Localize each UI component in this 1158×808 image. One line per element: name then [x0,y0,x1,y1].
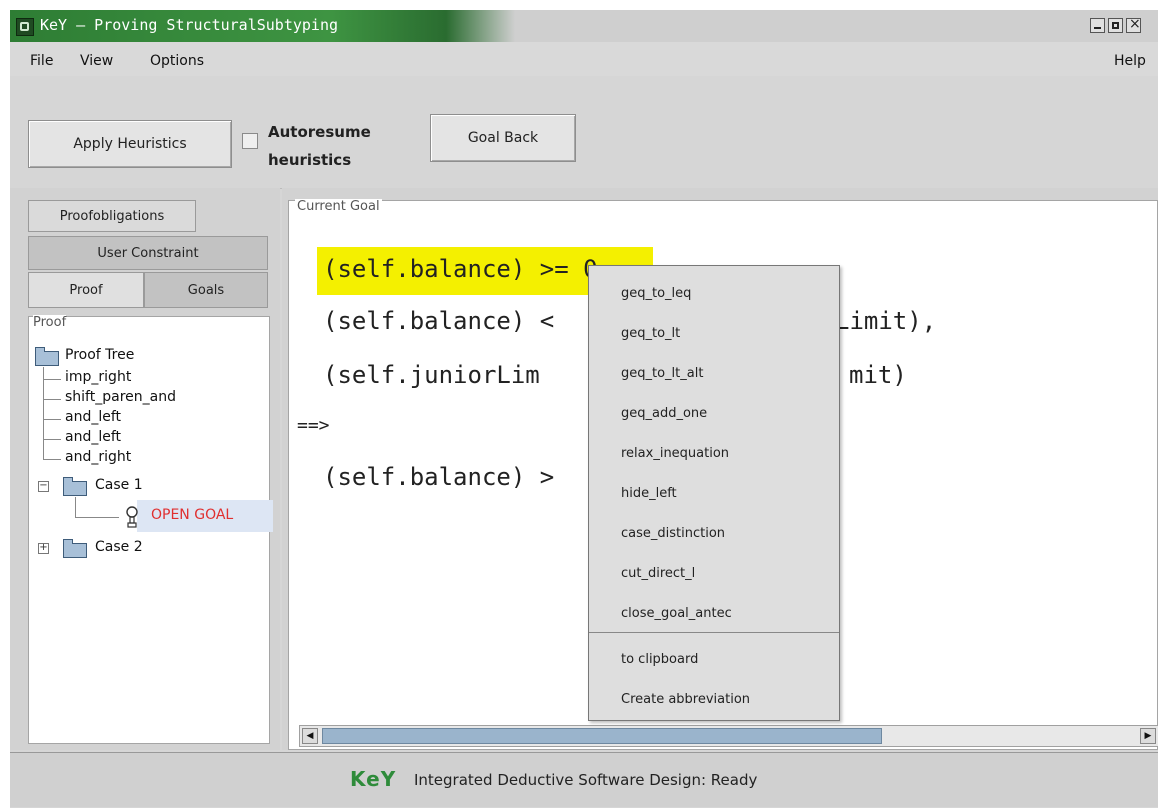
expand-icon[interactable]: + [38,543,49,554]
menu-bar: File View Options Help [10,42,1158,76]
tree-connector [43,459,61,460]
tree-connector [75,497,76,517]
menu-item-cut-direct-l[interactable]: cut_direct_l [621,566,695,581]
tree-case-2[interactable]: Case 2 [95,539,143,555]
menu-separator [589,632,839,633]
goal-back-button[interactable]: Goal Back [430,114,576,162]
menu-item-close-goal-antec[interactable]: close_goal_antec [621,606,732,621]
sequent-line-1[interactable]: (self.balance) >= 0 [323,255,598,283]
toolbar: Apply Heuristics Autoresume heuristics G… [10,76,1158,189]
tree-case-1[interactable]: Case 1 [95,477,143,493]
folder-icon [35,347,59,366]
tree-root[interactable]: Proof Tree [65,347,134,363]
tab-goals[interactable]: Goals [144,272,268,308]
menu-file[interactable]: File [30,53,53,69]
sequent-line-3-tail[interactable]: mit) [849,361,907,389]
proof-panel-label: Proof [33,315,67,330]
menu-item-geq-to-lt[interactable]: geq_to_lt [621,326,680,341]
menu-item-create-abbreviation[interactable]: Create abbreviation [621,692,750,707]
sequent-line-4[interactable]: (self.balance) > [323,463,554,491]
tree-connector [43,399,61,400]
menu-help[interactable]: Help [1114,53,1146,69]
tab-proof[interactable]: Proof [28,272,144,308]
open-goal-label: OPEN GOAL [151,507,234,523]
tree-step-shift-paren-and[interactable]: shift_paren_and [65,389,176,405]
autoresume-label-line2: heuristics [268,151,352,169]
scroll-right-icon[interactable]: ▶ [1140,728,1156,744]
window-title: KeY — Proving StructuralSubtyping [40,16,339,34]
collapse-icon[interactable]: − [38,481,49,492]
tree-step-imp-right[interactable]: imp_right [65,369,131,385]
menu-item-geq-add-one[interactable]: geq_add_one [621,406,707,421]
folder-icon [63,539,87,558]
key-logo: KeY [350,767,397,791]
left-panel: Proofobligations User Constraint Proof G… [10,188,280,750]
tree-step-and-left-2[interactable]: and_left [65,429,121,445]
tree-connector [43,379,61,380]
close-button[interactable] [1126,16,1141,33]
proof-tree-panel: Proof Proof Tree imp_right shift_paren_a… [28,315,273,744]
sequent-line-2[interactable]: (self.balance) < [323,307,554,335]
tree-connector [43,419,61,420]
current-goal-label: Current Goal [295,199,382,214]
scroll-left-icon[interactable]: ◀ [302,728,318,744]
menu-options[interactable]: Options [150,53,204,69]
sequent-line-3[interactable]: (self.juniorLim [323,361,540,389]
sequent-line-2-tail[interactable]: Limit), [835,307,936,335]
menu-view[interactable]: View [80,53,113,69]
open-goal-node[interactable]: OPEN GOAL [137,500,273,532]
maximize-button[interactable] [1108,18,1123,33]
horizontal-scrollbar[interactable]: ◀ ▶ [299,725,1158,747]
menu-item-geq-to-lt-alt[interactable]: geq_to_lt_alt [621,366,703,381]
autoresume-checkbox[interactable] [242,133,258,149]
title-bar[interactable]: KeY — Proving StructuralSubtyping [10,10,1158,42]
status-text: Integrated Deductive Software Design: Re… [414,771,758,789]
tree-step-and-right[interactable]: and_right [65,449,131,465]
status-bar: KeY Integrated Deductive Software Design… [10,752,1158,807]
context-menu: geq_to_leq geq_to_lt geq_to_lt_alt geq_a… [588,265,840,721]
menu-item-case-distinction[interactable]: case_distinction [621,526,725,541]
autoresume-label: Autoresume heuristics [268,118,418,174]
tab-user-constraint[interactable]: User Constraint [28,236,268,270]
folder-icon [63,477,87,496]
tree-connector [75,517,119,518]
tab-proofobligations[interactable]: Proofobligations [28,200,196,232]
open-goal-icon [126,506,138,528]
minimize-button[interactable] [1090,18,1105,33]
tree-connector [43,439,61,440]
tree-step-and-left-1[interactable]: and_left [65,409,121,425]
tree-connector [43,445,44,459]
apply-heuristics-button[interactable]: Apply Heuristics [28,120,232,168]
scroll-thumb[interactable] [322,728,882,744]
autoresume-label-line1: Autoresume [268,123,371,141]
app-icon [16,18,34,36]
menu-item-geq-to-leq[interactable]: geq_to_leq [621,286,691,301]
menu-item-hide-left[interactable]: hide_left [621,486,677,501]
menu-item-to-clipboard[interactable]: to clipboard [621,652,698,667]
menu-item-relax-inequation[interactable]: relax_inequation [621,446,729,461]
key-window: KeY — Proving StructuralSubtyping File V… [10,10,1158,808]
sequent-arrow: ==> [297,415,330,436]
